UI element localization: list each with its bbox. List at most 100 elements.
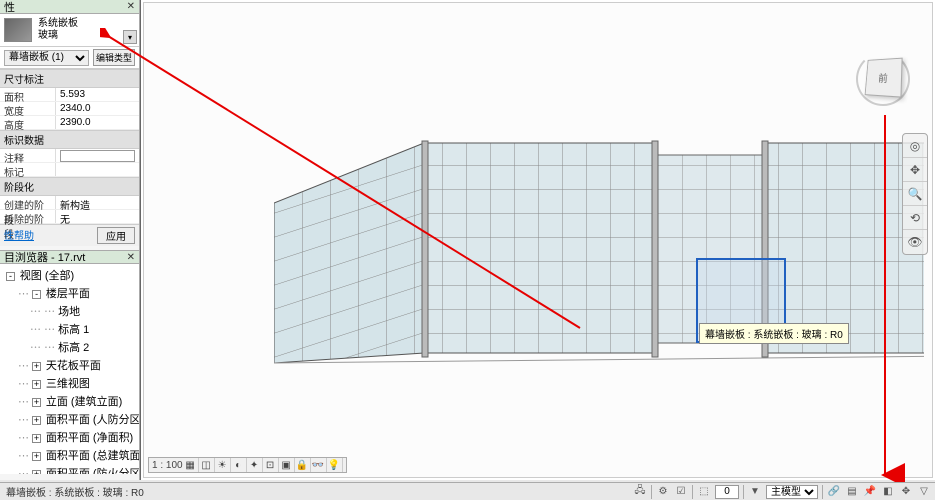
orbit-icon[interactable]: ⟲ (903, 206, 927, 230)
tree-node[interactable]: ⋯ + 面积平面 (人防分区面积) (2, 410, 137, 428)
zoom-icon[interactable]: 🔍 (903, 182, 927, 206)
pan-icon[interactable]: ✥ (903, 158, 927, 182)
tree-node[interactable]: ⋯ ⋯ 标高 2 (2, 338, 137, 356)
prop-row: 注释 (0, 149, 139, 163)
tree-node[interactable]: ⋯ ⋯ 场地 (2, 302, 137, 320)
type-thumbnail-icon (4, 18, 32, 42)
close-icon[interactable]: ✕ (127, 1, 135, 12)
edit-type-button[interactable]: 编辑类型 (93, 49, 135, 66)
filter-selection-icon[interactable]: ▽ (917, 485, 931, 499)
workset-filter-select[interactable]: 主模型 (766, 485, 818, 499)
expand-icon[interactable]: + (32, 362, 41, 371)
expand-icon[interactable]: + (32, 470, 41, 474)
tree-label: 标高 1 (58, 324, 89, 336)
tree-node[interactable]: ⋯ - 楼层平面 (2, 284, 137, 302)
viewport-canvas[interactable]: 幕墙嵌板 : 系统嵌板 : 玻璃 : R0 前 ◎ ✥ 🔍 ⟲ 👁 1 : 10… (143, 2, 933, 478)
tree-label: 面积平面 (人防分区面积) (46, 414, 139, 426)
press-drag-icon[interactable]: ⬚ (697, 485, 711, 499)
properties-help-link[interactable]: 性帮助 (4, 227, 34, 244)
properties-title: 性 (4, 0, 15, 15)
sun-path-icon[interactable]: ☀ (217, 458, 231, 472)
expand-icon[interactable]: + (32, 452, 41, 461)
crop-region-icon[interactable]: ▣ (281, 458, 295, 472)
status-bar: 幕墙嵌板 : 系统嵌板 : 玻璃 : R0 🖧 ⚙ ☑ ⬚ ▼ 主模型 🔗 ▤ … (0, 482, 935, 500)
prop-row: 面积 5.593 (0, 88, 139, 102)
tree-node[interactable]: ⋯ + 面积平面 (总建筑面积) (2, 446, 137, 464)
visual-style-icon[interactable]: ◫ (201, 458, 215, 472)
project-browser-tree[interactable]: - 视图 (全部)⋯ - 楼层平面⋯ ⋯ 场地⋯ ⋯ 标高 1⋯ ⋯ 标高 2⋯… (0, 264, 139, 474)
design-options-icon[interactable]: ⚙ (656, 485, 670, 499)
temp-hide-icon[interactable]: 👓 (313, 458, 327, 472)
expand-icon[interactable]: + (32, 380, 41, 389)
view-scale[interactable]: 1 : 100 (152, 460, 183, 471)
expand-icon[interactable]: + (32, 398, 41, 407)
viewport[interactable]: 幕墙嵌板 : 系统嵌板 : 玻璃 : R0 前 ◎ ✥ 🔍 ⟲ 👁 1 : 10… (140, 0, 935, 480)
type-selector[interactable]: 系统嵌板 玻璃 ▾ (0, 14, 139, 47)
tree-label: 场地 (58, 306, 80, 318)
tree-label: 视图 (全部) (20, 270, 74, 282)
page-number[interactable] (715, 485, 739, 499)
tree-node[interactable]: ⋯ + 面积平面 (净面积) (2, 428, 137, 446)
drag-elements-icon[interactable]: ✥ (899, 485, 913, 499)
instance-row: 幕墙嵌板 (1) 编辑类型 (0, 47, 139, 69)
select-pinned-icon[interactable]: 📌 (863, 485, 877, 499)
filter-icon[interactable]: ▼ (748, 485, 762, 499)
tree-label: 立面 (建筑立面) (46, 396, 122, 408)
tree-label: 天花板平面 (46, 360, 101, 372)
comment-input[interactable] (60, 150, 135, 162)
properties-header: 性 ✕ (0, 0, 139, 14)
tree-label: 标高 2 (58, 342, 89, 354)
tree-node[interactable]: ⋯ + 天花板平面 (2, 356, 137, 374)
expand-icon[interactable]: + (32, 434, 41, 443)
tree-label: 楼层平面 (46, 288, 90, 300)
lock-view-icon[interactable]: 🔒 (297, 458, 311, 472)
view-control-bar: 1 : 100 ▦ ◫ ☀ ◐ ✦ ⊡ ▣ 🔒 👓 💡 (148, 457, 347, 473)
apply-row: 性帮助 应用 (0, 224, 139, 246)
tree-node[interactable]: ⋯ + 三维视图 (2, 374, 137, 392)
tree-node[interactable]: ⋯ + 面积平面 (防火分区面积) (2, 464, 137, 474)
select-underlay-icon[interactable]: ▤ (845, 485, 859, 499)
detail-level-icon[interactable]: ▦ (185, 458, 199, 472)
select-face-icon[interactable]: ◧ (881, 485, 895, 499)
select-links-icon[interactable]: 🔗 (827, 485, 841, 499)
apply-button[interactable]: 应用 (97, 227, 135, 244)
group-dimensions-header: 尺寸标注 (0, 69, 139, 88)
viewcube[interactable]: 前 (864, 58, 912, 106)
instance-selector[interactable]: 幕墙嵌板 (1) (4, 50, 89, 66)
expand-icon[interactable]: - (6, 272, 15, 281)
prop-row: 标记 (0, 163, 139, 177)
worksets-icon[interactable]: 🖧 (633, 485, 647, 499)
look-icon[interactable]: 👁 (903, 230, 927, 254)
chevron-down-icon[interactable]: ▾ (123, 30, 137, 44)
editable-only-icon[interactable]: ☑ (674, 485, 688, 499)
browser-header: 目浏览器 - 17.rvt ✕ (0, 250, 139, 264)
shadows-icon[interactable]: ◐ (233, 458, 247, 472)
tree-label: 三维视图 (46, 378, 90, 390)
prop-row: 拆除的阶段 无 (0, 210, 139, 224)
browser-title: 目浏览器 - 17.rvt (4, 249, 85, 265)
navigation-bar: ◎ ✥ 🔍 ⟲ 👁 (902, 133, 928, 255)
prop-row: 宽度 2340.0 (0, 102, 139, 116)
expand-icon[interactable]: - (32, 290, 41, 299)
element-tooltip: 幕墙嵌板 : 系统嵌板 : 玻璃 : R0 (699, 323, 849, 344)
reveal-hidden-icon[interactable]: 💡 (329, 458, 343, 472)
tree-node[interactable]: ⋯ + 立面 (建筑立面) (2, 392, 137, 410)
prop-row: 高度 2390.0 (0, 116, 139, 130)
prop-row: 创建的阶段 新构造 (0, 196, 139, 210)
viewcube-face[interactable]: 前 (865, 58, 903, 98)
steering-wheel-icon[interactable]: ◎ (903, 134, 927, 158)
group-identity-header: 标识数据 (0, 130, 139, 149)
status-text: 幕墙嵌板 : 系统嵌板 : 玻璃 : R0 (4, 484, 633, 499)
tree-node[interactable]: - 视图 (全部) (2, 266, 137, 284)
close-icon[interactable]: ✕ (127, 252, 135, 263)
rendering-icon[interactable]: ✦ (249, 458, 263, 472)
group-phasing-header: 阶段化 (0, 177, 139, 196)
left-panel: 性 ✕ 系统嵌板 玻璃 ▾ 幕墙嵌板 (1) 编辑类型 尺寸标注 面积 5.59… (0, 0, 140, 480)
type-label: 系统嵌板 玻璃 (38, 18, 135, 42)
crop-view-icon[interactable]: ⊡ (265, 458, 279, 472)
tree-label: 面积平面 (净面积) (46, 432, 133, 444)
tree-label: 面积平面 (总建筑面积) (46, 450, 139, 462)
tree-label: 面积平面 (防火分区面积) (46, 468, 139, 474)
tree-node[interactable]: ⋯ ⋯ 标高 1 (2, 320, 137, 338)
expand-icon[interactable]: + (32, 416, 41, 425)
